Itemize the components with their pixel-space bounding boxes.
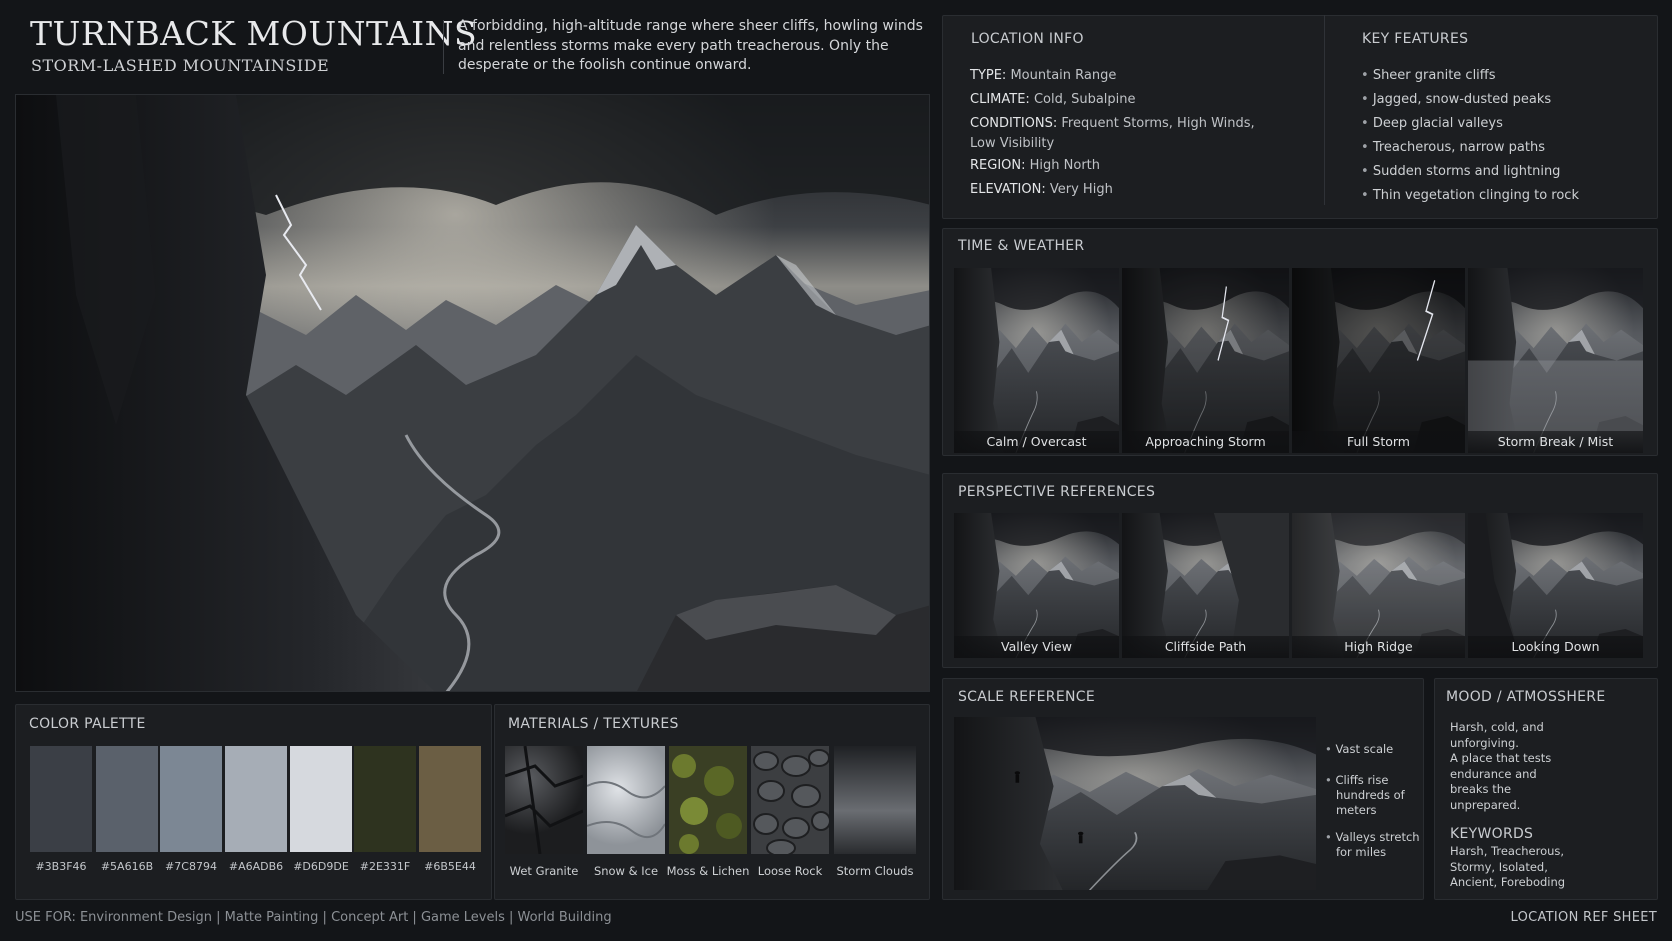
texture-label: Snow & Ice xyxy=(593,864,659,878)
weather-thumb-storm-break: Storm Break / Mist xyxy=(1468,268,1643,453)
texture-label: Moss & Lichen xyxy=(666,864,750,878)
keywords-title: KEYWORDS xyxy=(1450,826,1534,842)
keywords-list: Harsh, Treacherous, Stormy, Isolated, An… xyxy=(1450,844,1566,889)
weather-caption: Storm Break / Mist xyxy=(1468,431,1643,453)
list-item: Sudden storms and lightning xyxy=(1361,160,1579,184)
location-description: A forbidding, high-altitude range where … xyxy=(458,18,923,73)
list-item: Jagged, snow-dusted peaks xyxy=(1361,88,1579,112)
list-item: Treacherous, narrow paths xyxy=(1361,136,1579,160)
texture-loose-rock xyxy=(751,746,829,854)
perspective-title: PERSPECTIVE REFERENCES xyxy=(958,484,1156,500)
info-row-elevation: ELEVATION: Very High xyxy=(970,182,1113,197)
color-swatch-4 xyxy=(290,746,352,852)
perspective-caption: Valley View xyxy=(954,636,1119,658)
list-item: Sheer granite cliffs xyxy=(1361,64,1579,88)
scale-reference-image xyxy=(954,717,1316,890)
mood-description: Harsh, cold, and unforgiving. A place th… xyxy=(1450,720,1552,812)
panel-divider xyxy=(1324,15,1325,205)
perspective-caption: Looking Down xyxy=(1468,636,1643,658)
color-swatch-label: #5A616B xyxy=(100,860,154,873)
color-swatch-label: #A6ADB6 xyxy=(228,860,284,873)
location-info-title: LOCATION INFO xyxy=(971,31,1084,47)
color-swatch-label: #6B5E44 xyxy=(424,860,476,873)
color-swatch-5 xyxy=(354,746,416,852)
use-for-text: USE FOR: Environment Design | Matte Pain… xyxy=(15,910,612,925)
color-swatch-1 xyxy=(96,746,158,852)
perspective-caption: High Ridge xyxy=(1292,636,1465,658)
title-divider xyxy=(443,20,444,74)
sheet-label: LOCATION REF SHEET xyxy=(1510,910,1657,925)
perspective-thumb-high-ridge: High Ridge xyxy=(1292,513,1465,658)
mood-title: MOOD / ATMOSSHERE xyxy=(1446,689,1606,705)
texture-label: Wet Granite xyxy=(509,864,579,878)
color-swatch-label: #D6D9DE xyxy=(293,860,349,873)
weather-thumb-full-storm: Full Storm xyxy=(1292,268,1465,453)
list-item: Valleys stretch for miles xyxy=(1325,830,1421,860)
info-row-conditions: CONDITIONS: Frequent Storms, High Winds,… xyxy=(970,116,1255,151)
weather-thumb-approaching: Approaching Storm xyxy=(1122,268,1289,453)
color-swatch-label: #7C8794 xyxy=(165,860,217,873)
key-features-title: KEY FEATURES xyxy=(1362,31,1469,47)
color-swatch-2 xyxy=(160,746,222,852)
weather-caption: Approaching Storm xyxy=(1122,431,1289,453)
weather-thumb-calm: Calm / Overcast xyxy=(954,268,1119,453)
scale-reference-title: SCALE REFERENCE xyxy=(958,689,1095,705)
color-swatch-0 xyxy=(30,746,92,852)
weather-caption: Full Storm xyxy=(1292,431,1465,453)
texture-storm-clouds xyxy=(834,746,916,854)
texture-snow-ice xyxy=(587,746,665,854)
list-item: Deep glacial valleys xyxy=(1361,112,1579,136)
info-row-climate: CLIMATE: Cold, Subalpine xyxy=(970,92,1136,107)
color-swatch-label: #2E331F xyxy=(359,860,411,873)
perspective-caption: Cliffside Path xyxy=(1122,636,1289,658)
hero-image xyxy=(15,94,930,692)
texture-wet-granite xyxy=(505,746,583,854)
perspective-thumb-looking-down: Looking Down xyxy=(1468,513,1643,658)
texture-label: Storm Clouds xyxy=(836,864,914,878)
color-palette-title: COLOR PALETTE xyxy=(29,716,146,732)
page-subtitle: STORM-LASHED MOUNTAINSIDE xyxy=(31,56,330,75)
list-item: Cliffs rise hundreds of meters xyxy=(1325,773,1421,818)
page-title: TURNBACK MOUNTAINS xyxy=(30,14,478,53)
location-info-list: TYPE: Mountain Range CLIMATE: Cold, Suba… xyxy=(970,64,1320,202)
materials-title: MATERIALS / TEXTURES xyxy=(508,716,679,732)
info-row-region: REGION: High North xyxy=(970,158,1101,173)
time-weather-title: TIME & WEATHER xyxy=(958,238,1085,254)
key-features-list: Sheer granite cliffs Jagged, snow-dusted… xyxy=(1361,64,1579,208)
texture-moss-lichen xyxy=(669,746,747,854)
color-swatch-3 xyxy=(225,746,287,852)
list-item: Thin vegetation clinging to rock xyxy=(1361,184,1579,208)
scale-notes: Vast scale Cliffs rise hundreds of meter… xyxy=(1325,742,1421,860)
perspective-thumb-valley: Valley View xyxy=(954,513,1119,658)
texture-label: Loose Rock xyxy=(757,864,823,878)
color-swatch-label: #3B3F46 xyxy=(35,860,87,873)
info-row-type: TYPE: Mountain Range xyxy=(970,68,1117,83)
perspective-thumb-cliffside: Cliffside Path xyxy=(1122,513,1289,658)
weather-caption: Calm / Overcast xyxy=(954,431,1119,453)
color-swatch-6 xyxy=(419,746,481,852)
list-item: Vast scale xyxy=(1325,742,1421,757)
